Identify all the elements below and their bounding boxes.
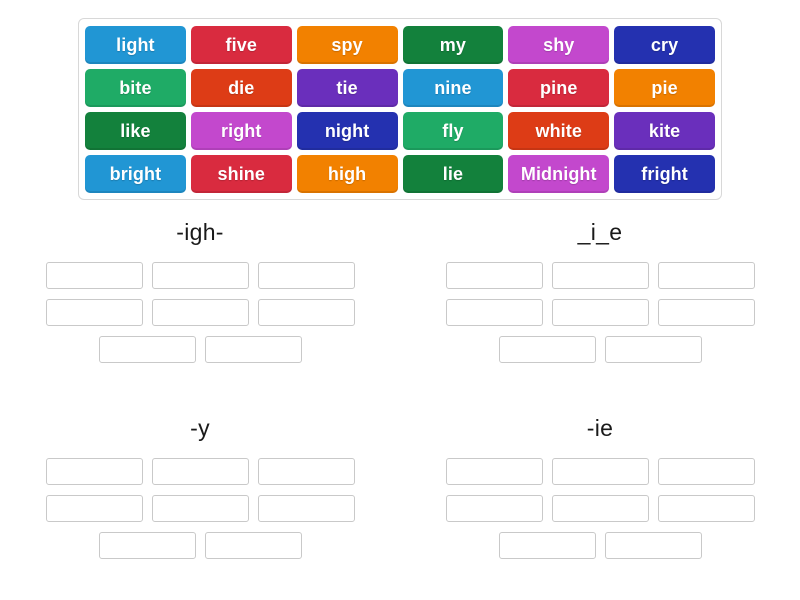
category-group: -y xyxy=(0,404,400,600)
word-tile[interactable]: fright xyxy=(614,155,715,193)
drop-slot[interactable] xyxy=(445,458,543,485)
drop-slot[interactable] xyxy=(657,495,755,522)
drop-slot[interactable] xyxy=(204,532,302,559)
drop-slot[interactable] xyxy=(257,262,355,289)
slot-row xyxy=(400,336,800,363)
word-tile[interactable]: right xyxy=(190,112,292,150)
drop-slot[interactable] xyxy=(257,299,355,326)
drop-slot[interactable] xyxy=(151,458,249,485)
drop-slot[interactable] xyxy=(98,336,196,363)
word-tile[interactable]: like xyxy=(85,112,186,150)
slot-row xyxy=(0,532,400,559)
drop-slot[interactable] xyxy=(551,495,649,522)
slot-row xyxy=(0,495,400,522)
drop-slot[interactable] xyxy=(151,495,249,522)
drop-slot[interactable] xyxy=(498,336,596,363)
word-tile[interactable]: bright xyxy=(85,155,186,193)
slot-row xyxy=(400,299,800,326)
word-tile[interactable]: spy xyxy=(296,26,398,64)
word-tile[interactable]: five xyxy=(190,26,292,64)
category-group: _i_e xyxy=(400,208,800,404)
word-tile[interactable]: night xyxy=(296,112,398,150)
word-tile[interactable]: die xyxy=(190,69,292,107)
drop-slot[interactable] xyxy=(657,458,755,485)
word-tile[interactable]: high xyxy=(296,155,398,193)
drop-slot[interactable] xyxy=(551,458,649,485)
category-groups: -igh- _i_e -y -ie xyxy=(0,208,800,600)
word-tile[interactable]: Midnight xyxy=(508,155,610,193)
slot-row xyxy=(400,262,800,289)
word-tile[interactable]: tie xyxy=(296,69,398,107)
drop-slot[interactable] xyxy=(498,532,596,559)
slot-row xyxy=(400,458,800,485)
drop-slot[interactable] xyxy=(204,336,302,363)
slot-row xyxy=(0,458,400,485)
drop-slot[interactable] xyxy=(257,495,355,522)
slot-row xyxy=(0,299,400,326)
word-tile[interactable]: nine xyxy=(402,69,504,107)
word-tile[interactable]: lie xyxy=(402,155,504,193)
word-tile[interactable]: pie xyxy=(614,69,715,107)
drop-slot[interactable] xyxy=(151,262,249,289)
category-title: _i_e xyxy=(577,219,623,245)
slot-row xyxy=(0,262,400,289)
word-tile[interactable]: bite xyxy=(85,69,186,107)
category-title: -y xyxy=(190,415,210,441)
word-bank-panel: light five spy my shy cry bite die tie nine pine pi… xyxy=(78,18,722,200)
slot-row xyxy=(400,495,800,522)
drop-slot[interactable] xyxy=(657,299,755,326)
category-group: -igh- xyxy=(0,208,400,404)
drop-slot[interactable] xyxy=(604,336,702,363)
word-tile[interactable]: pine xyxy=(508,69,610,107)
drop-slot[interactable] xyxy=(445,495,543,522)
word-tile-grid: light five spy my shy cry bite die tie nine pine pi… xyxy=(85,26,715,193)
word-tile[interactable]: light xyxy=(85,26,186,64)
drop-slot[interactable] xyxy=(45,495,143,522)
slot-row xyxy=(400,532,800,559)
category-title: -igh- xyxy=(176,219,224,245)
drop-slot[interactable] xyxy=(151,299,249,326)
word-tile[interactable]: white xyxy=(508,112,610,150)
drop-slot[interactable] xyxy=(551,299,649,326)
drop-slot[interactable] xyxy=(257,458,355,485)
word-tile[interactable]: kite xyxy=(614,112,715,150)
drop-slot[interactable] xyxy=(45,262,143,289)
word-tile[interactable]: fly xyxy=(402,112,504,150)
drop-slot[interactable] xyxy=(657,262,755,289)
drop-slot[interactable] xyxy=(45,458,143,485)
category-group: -ie xyxy=(400,404,800,600)
category-title: -ie xyxy=(586,415,614,441)
word-tile[interactable]: shy xyxy=(508,26,610,64)
drop-slot[interactable] xyxy=(445,299,543,326)
drop-slot[interactable] xyxy=(98,532,196,559)
word-tile[interactable]: shine xyxy=(190,155,292,193)
word-tile[interactable]: cry xyxy=(614,26,715,64)
drop-slot[interactable] xyxy=(551,262,649,289)
drop-slot[interactable] xyxy=(604,532,702,559)
drop-slot[interactable] xyxy=(45,299,143,326)
slot-row xyxy=(0,336,400,363)
word-tile[interactable]: my xyxy=(402,26,504,64)
drop-slot[interactable] xyxy=(445,262,543,289)
